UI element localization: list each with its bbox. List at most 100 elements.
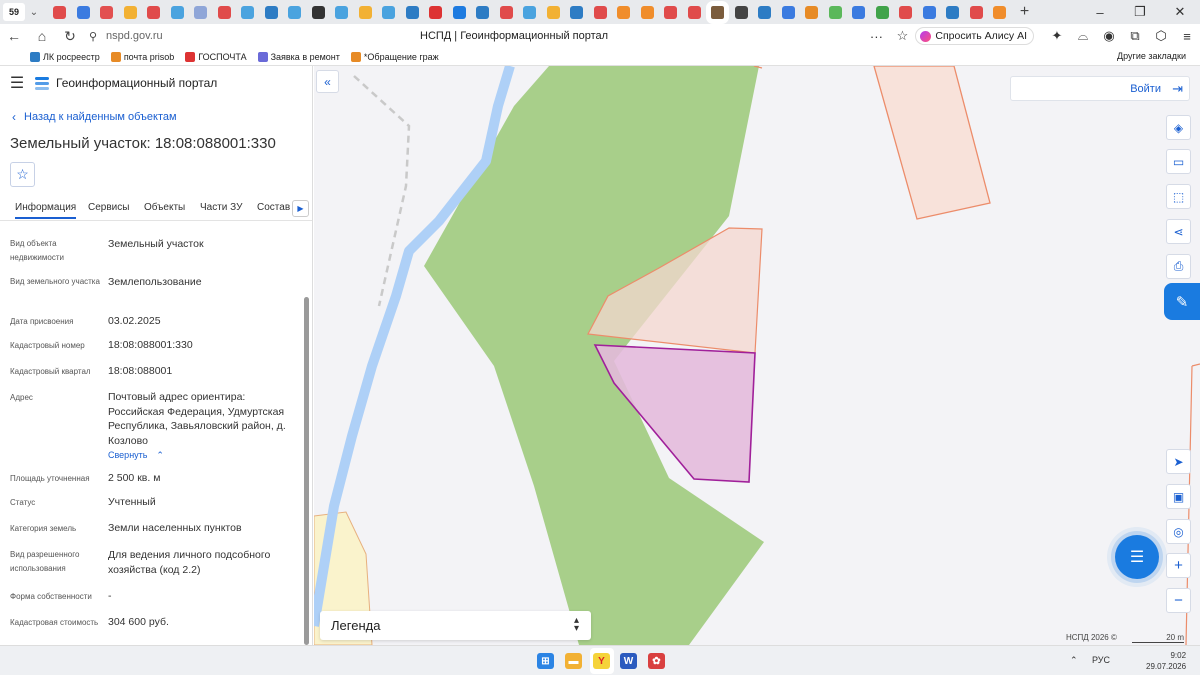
tab-favicon-icon[interactable] xyxy=(706,0,729,24)
tab-favicon-icon[interactable] xyxy=(241,5,254,19)
reload-icon[interactable]: ↻ xyxy=(56,28,84,45)
maximize-button[interactable]: ❐ xyxy=(1120,4,1160,20)
select-area-icon[interactable]: ⬚ xyxy=(1166,184,1191,209)
tabs-next-icon[interactable]: ▶ xyxy=(292,200,309,217)
tab-favicon-icon[interactable] xyxy=(123,5,137,19)
map-view[interactable]: « Войти ⇥ ◈ ▭ ⬚ ⋖ ⎙ ✎ ➤ ▣ ◎ + − ☰ Легенд… xyxy=(314,66,1200,645)
tab-favicon-icon[interactable] xyxy=(828,5,842,19)
ask-alice-button[interactable]: Спросить Алису AI xyxy=(915,27,1034,45)
tab-favicon-icon[interactable] xyxy=(593,5,607,19)
print-icon[interactable]: ⎙ xyxy=(1166,254,1191,279)
bookmark-item[interactable]: ЛК росреестр xyxy=(30,51,100,62)
tab-favicon-icon[interactable] xyxy=(100,5,113,19)
collapse-sidebar-icon[interactable]: « xyxy=(316,70,339,93)
tab-favicon-icon[interactable] xyxy=(805,5,818,19)
home-icon[interactable]: ⌂ xyxy=(28,28,56,44)
extensions-menu-icon[interactable]: ⧉ xyxy=(1122,28,1148,44)
tab-favicon-icon[interactable] xyxy=(358,5,372,19)
tab-favicon-icon[interactable] xyxy=(452,5,466,19)
zoom-out-icon[interactable]: − xyxy=(1166,588,1191,613)
tab-favicon-icon[interactable] xyxy=(875,5,889,19)
extension-icon[interactable]: ⌓ xyxy=(1070,28,1096,44)
back-icon[interactable]: ← xyxy=(0,28,28,44)
tab-favicon-icon[interactable] xyxy=(734,5,748,19)
legend-dropdown[interactable]: Легенда ▴ ▾ xyxy=(320,611,591,640)
tab-objects[interactable]: Объекты xyxy=(144,202,185,213)
assistant-tab-icon[interactable]: ✎ xyxy=(1164,283,1200,320)
tab-composition[interactable]: Состав xyxy=(257,202,290,213)
tab-favicon-icon[interactable] xyxy=(523,5,536,19)
bookmark-item[interactable]: почта prisob xyxy=(110,51,174,62)
tab-favicon-icon[interactable] xyxy=(546,5,560,19)
extension-icon[interactable]: ✦ xyxy=(1044,28,1070,44)
tab-favicon-icon[interactable] xyxy=(217,5,231,19)
tab-parts[interactable]: Части ЗУ xyxy=(200,202,242,213)
tab-favicon-icon[interactable] xyxy=(429,5,442,19)
layers-icon[interactable]: ◈ xyxy=(1166,115,1191,140)
extension-icon[interactable]: ◉ xyxy=(1096,28,1122,44)
tab-favicon-icon[interactable] xyxy=(640,5,654,19)
explorer-icon[interactable]: ▬ xyxy=(565,653,582,669)
new-tab-icon[interactable]: + xyxy=(1017,3,1033,21)
tab-list-chevron-icon[interactable]: ⌄ xyxy=(25,7,43,18)
tab-favicon-icon[interactable] xyxy=(311,5,325,19)
tab-favicon-icon[interactable] xyxy=(170,5,184,19)
menu-icon[interactable]: ☰ xyxy=(0,73,34,93)
url-field[interactable]: nspd.gov.ru xyxy=(106,30,396,42)
tab-favicon-icon[interactable] xyxy=(382,5,395,19)
collapse-address[interactable]: Свернуть ⌃ xyxy=(108,448,298,463)
bookmark-item[interactable]: *Обращение граж xyxy=(350,51,439,62)
tray-chevron-icon[interactable]: ⌃ xyxy=(1070,655,1078,666)
tab-favicon-icon[interactable] xyxy=(946,5,959,19)
tab-favicon-icon[interactable] xyxy=(687,5,701,19)
tab-favicon-icon[interactable] xyxy=(922,5,936,19)
tab-favicon-icon[interactable] xyxy=(76,5,90,19)
word-icon[interactable]: W xyxy=(620,653,637,669)
downloads-icon[interactable]: ⬡ xyxy=(1148,28,1174,44)
app-icon[interactable]: ✿ xyxy=(648,653,665,669)
zoom-in-icon[interactable]: + xyxy=(1166,553,1191,578)
back-to-results-link[interactable]: ‹ Назад к найденным объектам xyxy=(12,110,177,124)
tab-favicon-icon[interactable] xyxy=(993,5,1006,19)
more-menu-icon[interactable]: ··· xyxy=(863,29,889,44)
map-canvas[interactable] xyxy=(314,66,1200,645)
language-indicator[interactable]: РУС xyxy=(1092,655,1110,665)
tab-favicon-icon[interactable] xyxy=(758,5,771,19)
favorite-star-icon[interactable]: ☆ xyxy=(10,162,35,187)
tab-favicon-icon[interactable] xyxy=(288,5,301,19)
tab-favicon-icon[interactable] xyxy=(570,5,583,19)
tab-favicon-icon[interactable] xyxy=(969,5,983,19)
tab-counter[interactable]: 59 xyxy=(3,3,25,21)
navigate-icon[interactable]: ➤ xyxy=(1166,449,1191,474)
site-info-icon[interactable]: ⚲ xyxy=(84,30,102,43)
start-icon[interactable]: ⊞ xyxy=(537,653,554,669)
tab-favicon-icon[interactable] xyxy=(781,5,795,19)
tab-information[interactable]: Информация xyxy=(15,202,77,219)
tab-favicon-icon[interactable] xyxy=(617,5,630,19)
tab-favicon-icon[interactable] xyxy=(405,5,419,19)
tab-favicon-icon[interactable] xyxy=(194,5,207,19)
minimize-button[interactable]: – xyxy=(1080,5,1120,20)
ruler-icon[interactable]: ▭ xyxy=(1166,149,1191,174)
chat-icon[interactable]: ☰ xyxy=(1115,535,1159,579)
tab-services[interactable]: Сервисы xyxy=(88,202,129,213)
close-button[interactable]: ✕ xyxy=(1160,4,1200,20)
tab-favicon-icon[interactable] xyxy=(335,5,348,19)
other-bookmarks[interactable]: Другие закладки xyxy=(1117,51,1186,61)
browser-menu-icon[interactable]: ≡ xyxy=(1174,29,1200,44)
login-button[interactable]: Войти ⇥ xyxy=(1010,76,1190,101)
locate-icon[interactable]: ◎ xyxy=(1166,519,1191,544)
tab-favicon-icon[interactable] xyxy=(264,5,278,19)
share-icon[interactable]: ⋖ xyxy=(1166,219,1191,244)
bookmark-item[interactable]: ГОСПОЧТА xyxy=(185,51,247,62)
yandex-browser-icon[interactable]: Y xyxy=(593,653,610,669)
tab-favicon-icon[interactable] xyxy=(53,5,66,19)
tab-favicon-icon[interactable] xyxy=(499,5,513,19)
tab-favicon-icon[interactable] xyxy=(852,5,865,19)
sidebar-scrollbar[interactable] xyxy=(304,297,309,645)
bookmark-star-icon[interactable]: ☆ xyxy=(889,28,915,44)
layout-icon[interactable]: ▣ xyxy=(1166,484,1191,509)
tab-favicon-icon[interactable] xyxy=(147,5,160,19)
tab-favicon-icon[interactable] xyxy=(664,5,677,19)
tab-favicon-icon[interactable] xyxy=(899,5,912,19)
